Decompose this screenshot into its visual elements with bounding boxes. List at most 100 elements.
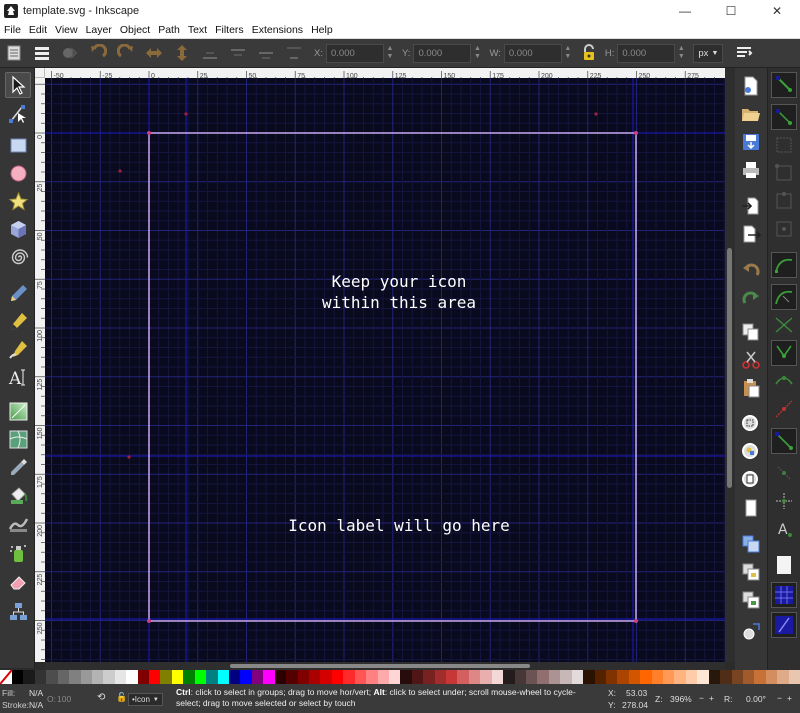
palette-swatch[interactable] — [206, 670, 218, 684]
snap-nodes-icon[interactable] — [771, 252, 797, 278]
y-spinner[interactable]: ▲ ▼ — [471, 44, 483, 63]
menu-text[interactable]: Text — [184, 24, 211, 36]
lower-to-bottom-icon[interactable] — [283, 42, 305, 64]
menu-help[interactable]: Help — [307, 24, 337, 36]
drawing-canvas[interactable]: Keep your icon within this area Icon lab… — [45, 78, 725, 662]
palette-swatch[interactable] — [103, 670, 115, 684]
palette-swatch[interactable] — [640, 670, 652, 684]
horizontal-ruler[interactable]: -50 -25 0 25 50 75 100 125 150 175 200 225 250 275 — [45, 68, 725, 78]
gradient-tool-icon[interactable] — [5, 398, 31, 424]
palette-swatch[interactable] — [457, 670, 469, 684]
vertical-scroll-thumb[interactable] — [727, 248, 732, 488]
palette-swatch[interactable] — [697, 670, 709, 684]
snap-line-midpoints-icon[interactable] — [771, 396, 797, 422]
palette-swatch[interactable] — [388, 670, 401, 684]
palette-swatch[interactable] — [149, 670, 161, 684]
snap-object-midpoints-icon[interactable] — [771, 460, 797, 486]
rotate-ccw-icon[interactable] — [87, 42, 109, 64]
palette-swatch[interactable] — [571, 670, 584, 684]
menu-layer[interactable]: Layer — [82, 24, 116, 36]
snap-bbox-centers-icon[interactable] — [771, 216, 797, 242]
palette-swatch[interactable] — [720, 670, 732, 684]
layer-visibility-icon[interactable]: ⟲ — [97, 692, 105, 703]
menu-extensions[interactable]: Extensions — [248, 24, 307, 36]
print-document-icon[interactable] — [739, 158, 763, 182]
palette-swatch[interactable] — [423, 670, 435, 684]
star-tool-icon[interactable] — [5, 188, 31, 214]
palette-swatch[interactable] — [491, 670, 504, 684]
palette-swatch[interactable] — [114, 670, 127, 684]
fill-value[interactable]: N/A — [29, 688, 43, 698]
no-paint-swatch[interactable] — [0, 670, 12, 684]
palette-swatch[interactable] — [23, 670, 35, 684]
palette-swatch[interactable] — [286, 670, 298, 684]
palette-swatch[interactable] — [411, 670, 424, 684]
tweak-tool-icon[interactable] — [5, 510, 31, 536]
snap-text-baseline-icon[interactable]: A — [771, 516, 797, 542]
zoom-drawing-icon[interactable] — [739, 440, 763, 464]
palette-swatch[interactable] — [663, 670, 675, 684]
snap-paths-icon[interactable] — [771, 284, 797, 310]
palette-swatch[interactable] — [137, 670, 150, 684]
canvas-vertical-scrollbar[interactable] — [725, 68, 735, 662]
lock-ratio-icon[interactable] — [578, 42, 600, 64]
unlink-clone-icon[interactable] — [739, 588, 763, 612]
palette-swatch[interactable] — [320, 670, 332, 684]
rotate-cw-button[interactable]: + — [787, 693, 792, 703]
palette-swatch[interactable] — [160, 670, 172, 684]
palette-swatch[interactable] — [446, 670, 458, 684]
x-input[interactable]: 0.000 — [325, 43, 384, 63]
palette-swatch[interactable] — [765, 670, 778, 684]
width-input[interactable]: 0.000 — [503, 43, 562, 63]
palette-swatch[interactable] — [594, 670, 606, 684]
palette-swatch[interactable] — [217, 670, 230, 684]
rotate-ccw-button[interactable]: − — [777, 693, 782, 703]
raise-icon[interactable] — [227, 42, 249, 64]
palette-swatch[interactable] — [743, 670, 755, 684]
3d-box-tool-icon[interactable] — [5, 216, 31, 242]
palette-swatch[interactable] — [525, 670, 538, 684]
ellipse-tool-icon[interactable] — [5, 160, 31, 186]
deselect-icon[interactable] — [59, 42, 81, 64]
menu-edit[interactable]: Edit — [25, 24, 51, 36]
snap-bbox-icon[interactable] — [771, 104, 797, 130]
flip-vertical-icon[interactable] — [171, 42, 193, 64]
text-tool-icon[interactable]: A — [5, 364, 31, 390]
palette-swatch[interactable] — [80, 670, 92, 684]
paste-icon[interactable] — [739, 376, 763, 400]
palette-swatch[interactable] — [777, 670, 789, 684]
palette-swatch[interactable] — [240, 670, 252, 684]
mesh-tool-icon[interactable] — [5, 426, 31, 452]
select-all-icon[interactable] — [3, 42, 25, 64]
snap-enable-icon[interactable] — [771, 72, 797, 98]
save-document-icon[interactable] — [739, 130, 763, 154]
palette-swatch[interactable] — [251, 670, 264, 684]
palette-swatch[interactable] — [480, 670, 492, 684]
x-spinner[interactable]: ▲ ▼ — [384, 44, 396, 63]
selector-tool-icon[interactable] — [5, 72, 31, 98]
palette-swatch[interactable] — [171, 670, 184, 684]
stroke-value[interactable]: N/A — [29, 700, 43, 710]
snap-grid-icon[interactable] — [771, 582, 797, 608]
snap-path-intersections-icon[interactable] — [771, 312, 797, 338]
width-spinner[interactable]: ▲ ▼ — [562, 44, 574, 63]
palette-swatch[interactable] — [69, 670, 81, 684]
rotation-value[interactable]: 0.00° — [746, 694, 766, 704]
snap-bbox-corners-icon[interactable] — [771, 160, 797, 186]
palette-swatch[interactable] — [194, 670, 207, 684]
palette-swatch[interactable] — [57, 670, 70, 684]
layer-lock-icon[interactable]: 🔓 — [116, 692, 127, 703]
cut-icon[interactable] — [739, 348, 763, 372]
snap-others-icon[interactable] — [771, 428, 797, 454]
calligraphy-tool-icon[interactable] — [5, 336, 31, 362]
palette-swatch[interactable] — [308, 670, 321, 684]
select-original-icon[interactable] — [739, 620, 763, 644]
palette-swatch[interactable] — [366, 670, 378, 684]
close-button[interactable]: ✕ — [754, 0, 800, 22]
zoom-out-button[interactable]: − — [699, 693, 704, 703]
palette-swatch[interactable] — [674, 670, 686, 684]
palette-swatch[interactable] — [583, 670, 595, 684]
palette-swatch[interactable] — [434, 670, 447, 684]
menu-file[interactable]: File — [0, 24, 25, 36]
import-icon[interactable] — [739, 194, 763, 218]
